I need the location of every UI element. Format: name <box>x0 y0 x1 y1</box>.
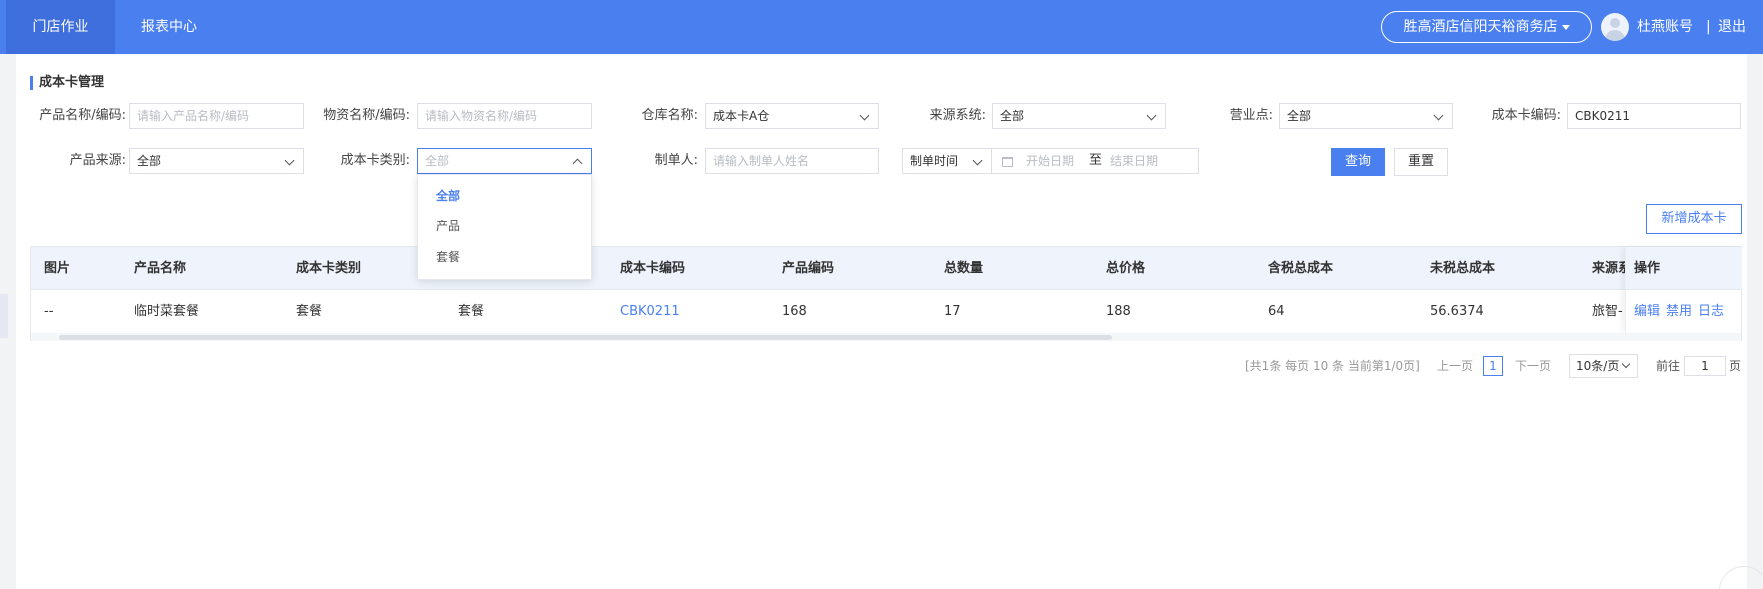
start-date-input[interactable]: 开始日期 <box>1026 149 1074 173</box>
horizontal-scrollbar-thumb[interactable] <box>59 335 1112 340</box>
chevron-up-icon <box>572 158 583 169</box>
chevron-down-icon <box>1433 110 1444 121</box>
warehouse-value: 成本卡A仓 <box>713 109 770 123</box>
current-page[interactable]: 1 <box>1483 356 1503 376</box>
product-name-label: 产品名称/编码: <box>39 108 126 123</box>
cell-source-system: 旅智- <box>1592 304 1623 319</box>
end-date-input[interactable]: 结束日期 <box>1110 149 1158 173</box>
cell-tax-incl-cost: 64 <box>1268 304 1285 319</box>
product-source-value: 全部 <box>137 154 162 168</box>
cell-card-type: 套餐 <box>296 304 323 319</box>
chevron-down-icon <box>859 110 870 121</box>
dropdown-option-product[interactable]: 产品 <box>436 216 460 236</box>
goto-page-input[interactable]: 1 <box>1684 356 1726 376</box>
column-header-card-type: 成本卡类别 <box>296 261 362 276</box>
top-navbar: 门店作业 报表中心 胜高酒店信阳天裕商务店 杜燕账号 | 退出 <box>0 0 1763 54</box>
reset-button[interactable]: 重置 <box>1394 148 1448 176</box>
time-type-select[interactable]: 制单时间 <box>902 148 992 174</box>
log-link[interactable]: 日志 <box>1698 291 1724 333</box>
store-name: 胜高酒店信阳天裕商务店 <box>1403 19 1558 35</box>
product-name-input[interactable]: 请输入产品名称/编码 <box>129 103 304 129</box>
creator-input[interactable]: 请输入制单人姓名 <box>705 148 879 174</box>
column-header-tax-incl-cost: 含税总成本 <box>1268 261 1334 276</box>
source-system-label: 来源系统: <box>929 108 986 123</box>
store-selector[interactable]: 胜高酒店信阳天裕商务店 <box>1381 11 1592 43</box>
card-type-select[interactable]: 全部 <box>417 148 592 174</box>
column-header-card-code: 成本卡编码 <box>620 261 686 276</box>
calendar-icon <box>1002 157 1013 167</box>
nav-tab-report-center[interactable]: 报表中心 <box>124 0 214 54</box>
column-header-product-code: 产品编码 <box>782 261 835 276</box>
card-code-label: 成本卡编码: <box>1491 108 1561 123</box>
source-system-value: 全部 <box>1000 109 1025 123</box>
disable-link[interactable]: 禁用 <box>1666 291 1692 333</box>
add-cost-card-button[interactable]: 新增成本卡 <box>1646 204 1742 234</box>
cell-image: -- <box>44 304 54 319</box>
time-type-value: 制单时间 <box>910 154 959 168</box>
chevron-down-icon <box>284 155 295 166</box>
avatar[interactable] <box>1601 13 1629 41</box>
user-icon-body <box>1605 30 1625 41</box>
user-icon <box>1610 18 1620 28</box>
page-margin-right <box>1747 54 1763 589</box>
column-header-actions: 操作 <box>1626 247 1742 290</box>
prev-page-button[interactable]: 上一页 <box>1437 356 1473 376</box>
card-type-label: 成本卡类别: <box>340 153 410 168</box>
query-button[interactable]: 查询 <box>1331 148 1385 176</box>
business-point-select[interactable]: 全部 <box>1279 103 1453 129</box>
material-name-label: 物资名称/编码: <box>323 108 410 123</box>
business-point-label: 营业点: <box>1229 108 1273 123</box>
column-header-image: 图片 <box>44 261 71 276</box>
logout-link[interactable]: 退出 <box>1718 0 1746 54</box>
card-type-dropdown: 全部 产品 套餐 <box>417 174 592 280</box>
corner-decoration <box>1719 566 1763 589</box>
product-source-label: 产品来源: <box>69 153 126 168</box>
creator-label: 制单人: <box>654 153 698 168</box>
page-size-value: 10条/页 <box>1576 359 1620 373</box>
business-point-value: 全部 <box>1287 109 1312 123</box>
chevron-down-icon <box>972 155 983 166</box>
edit-link[interactable]: 编辑 <box>1634 291 1660 333</box>
page-unit-label: 页 <box>1729 359 1742 373</box>
cost-card-table: 图片 产品名称 成本卡类别 成本卡编码 产品编码 总数量 总价格 含税总成本 未… <box>30 246 1742 341</box>
source-system-select[interactable]: 全部 <box>992 103 1166 129</box>
goto-label: 前往 <box>1656 359 1681 373</box>
cell-product-name: 临时菜套餐 <box>134 304 200 319</box>
warehouse-select[interactable]: 成本卡A仓 <box>705 103 879 129</box>
column-header-product-name: 产品名称 <box>134 261 187 276</box>
column-header-tax-excl-cost: 未税总成本 <box>1430 261 1496 276</box>
product-source-select[interactable]: 全部 <box>129 148 304 174</box>
actions-column: 操作 编辑 禁用 日志 <box>1625 247 1742 333</box>
chevron-down-icon <box>1146 110 1157 121</box>
dropdown-option-all[interactable]: 全部 <box>436 186 460 206</box>
cell-tax-excl-cost: 56.6374 <box>1430 304 1484 319</box>
side-collapse-handle[interactable] <box>0 294 8 338</box>
page-title: 成本卡管理 <box>30 76 104 90</box>
date-range-separator: 至 <box>1089 153 1103 168</box>
cell-hidden-type: 套餐 <box>458 304 485 319</box>
column-header-total-quantity: 总数量 <box>944 261 984 276</box>
card-code-input[interactable]: CBK0211 <box>1567 103 1741 129</box>
cell-total-price: 188 <box>1106 304 1131 319</box>
cell-total-quantity: 17 <box>944 304 961 319</box>
next-page-button[interactable]: 下一页 <box>1515 356 1551 376</box>
table-header: 图片 产品名称 成本卡类别 成本卡编码 产品编码 总数量 总价格 含税总成本 未… <box>31 247 1741 290</box>
user-name[interactable]: 杜燕账号 <box>1637 0 1693 54</box>
pagination-summary: [共1条 每页 10 条 当前第1/0页] <box>1245 359 1420 373</box>
cell-product-code: 168 <box>782 304 807 319</box>
nav-tab-store-operations[interactable]: 门店作业 <box>6 0 115 54</box>
cell-card-code-link[interactable]: CBK0211 <box>620 291 680 333</box>
chevron-down-icon <box>1621 359 1631 369</box>
warehouse-label: 仓库名称: <box>641 108 698 123</box>
card-type-placeholder: 全部 <box>425 154 450 168</box>
page-size-select[interactable]: 10条/页 <box>1569 354 1638 378</box>
date-range-picker[interactable]: 开始日期 至 结束日期 <box>991 148 1199 174</box>
caret-down-icon <box>1561 24 1570 30</box>
dropdown-option-package[interactable]: 套餐 <box>436 247 460 267</box>
column-header-total-price: 总价格 <box>1106 261 1146 276</box>
nav-separator: | <box>1706 19 1711 35</box>
material-name-input[interactable]: 请输入物资名称/编码 <box>417 103 592 129</box>
